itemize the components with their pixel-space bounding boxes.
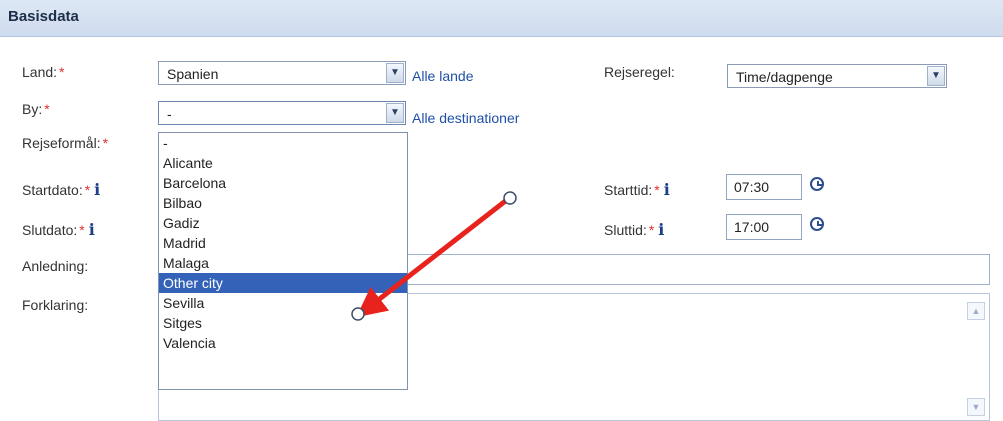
annotation-arrow — [351, 191, 517, 321]
